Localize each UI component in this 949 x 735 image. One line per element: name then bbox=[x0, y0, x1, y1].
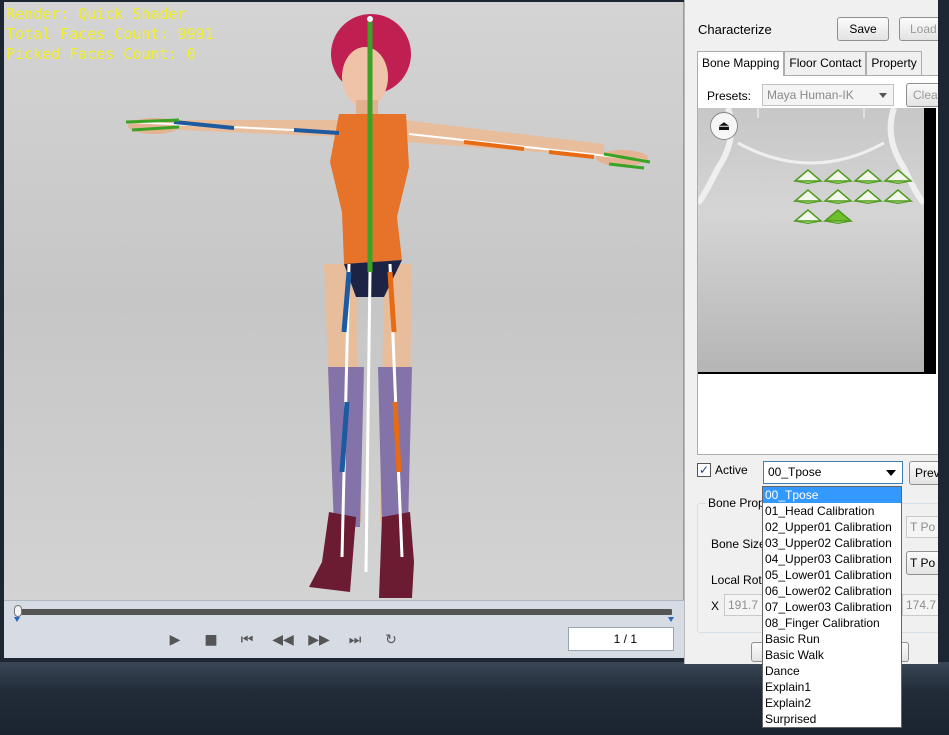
bone-marker-icon[interactable] bbox=[882, 188, 914, 205]
presets-value: Maya Human-IK bbox=[767, 88, 854, 102]
clear-button[interactable]: Clear bbox=[906, 83, 938, 107]
frame-counter[interactable]: 1 / 1 bbox=[568, 627, 674, 651]
bone-marker-icon[interactable] bbox=[792, 188, 824, 205]
chevron-down-icon bbox=[886, 470, 896, 476]
end-marker-icon bbox=[668, 617, 674, 622]
pose-option[interactable]: 01_Head Calibration bbox=[763, 503, 901, 519]
pose-option[interactable]: 05_Lower01 Calibration bbox=[763, 567, 901, 583]
neck-silhouette: ⏏ bbox=[698, 108, 924, 372]
fast-forward-icon[interactable]: ▶▶ bbox=[308, 629, 330, 651]
t-pose-field-a[interactable]: T Po bbox=[906, 516, 938, 538]
3d-viewport[interactable]: Render: Quick Shader Total Faces Count: 9… bbox=[4, 2, 684, 600]
bone-marker-icon[interactable] bbox=[882, 168, 914, 185]
start-marker-icon bbox=[14, 617, 20, 622]
preview-button[interactable]: Preview bbox=[909, 461, 938, 485]
stop-icon[interactable]: ■ bbox=[200, 629, 222, 651]
bone-marker-icon[interactable] bbox=[822, 208, 854, 225]
bone-marker-icon[interactable] bbox=[852, 188, 884, 205]
bone-marker-icon[interactable] bbox=[852, 168, 884, 185]
neck-outline bbox=[698, 108, 924, 206]
pose-option[interactable]: Dance bbox=[763, 663, 901, 679]
tab-bone-mapping[interactable]: Bone Mapping bbox=[697, 51, 785, 76]
presets-select[interactable]: Maya Human-IK bbox=[762, 84, 894, 106]
presets-label: Presets: bbox=[707, 89, 752, 103]
bone-marker-icon[interactable] bbox=[792, 168, 824, 185]
rotation-x-field[interactable]: 191.7 bbox=[724, 594, 764, 616]
x-axis-label: X bbox=[711, 599, 720, 613]
bone-mapping-content: Presets: Maya Human-IK Clear ⏏ bbox=[697, 75, 938, 455]
save-button[interactable]: Save bbox=[837, 17, 889, 41]
timeline-track[interactable] bbox=[16, 609, 672, 615]
bone-marker-icon[interactable] bbox=[822, 168, 854, 185]
pose-option[interactable]: Basic Walk bbox=[763, 647, 901, 663]
rotation-z-field[interactable]: 174.7 bbox=[902, 594, 938, 616]
pose-select[interactable]: 00_Tpose bbox=[763, 461, 903, 484]
pose-option[interactable]: Basic Run bbox=[763, 631, 901, 647]
active-checkbox[interactable]: ✓ bbox=[697, 463, 711, 477]
spine-bone-markers bbox=[792, 168, 924, 228]
go-start-icon[interactable]: ⏮ bbox=[236, 629, 258, 651]
bone-size-label: Bone Size bbox=[711, 537, 766, 551]
loop-icon[interactable]: ↻ bbox=[380, 629, 402, 651]
timeline-thumb[interactable] bbox=[14, 605, 22, 617]
panel-tabs: Bone Mapping Floor Contact Property bbox=[697, 51, 922, 76]
bone-property-label: Bone Prop bbox=[706, 496, 767, 510]
pose-select-value: 00_Tpose bbox=[768, 465, 822, 479]
active-row: ✓ Active bbox=[697, 463, 748, 477]
pose-option[interactable]: 06_Lower02 Calibration bbox=[763, 583, 901, 599]
bone-marker-icon[interactable] bbox=[822, 188, 854, 205]
bone-marker-icon[interactable] bbox=[792, 208, 824, 225]
go-end-icon[interactable]: ⏭ bbox=[344, 629, 366, 651]
pose-option[interactable]: Explain2 bbox=[763, 695, 901, 711]
bone-map-view: ⏏ bbox=[698, 108, 936, 374]
pose-option[interactable]: 08_Finger Calibration bbox=[763, 615, 901, 631]
tab-property[interactable]: Property bbox=[866, 51, 922, 75]
eject-icon[interactable]: ⏏ bbox=[710, 112, 738, 140]
render-stats: Render: Quick Shader Total Faces Count: 9… bbox=[6, 4, 214, 64]
character-model[interactable] bbox=[4, 2, 684, 600]
chevron-down-icon bbox=[879, 93, 887, 98]
pose-option[interactable]: 03_Upper02 Calibration bbox=[763, 535, 901, 551]
active-label: Active bbox=[715, 463, 748, 477]
picked-faces-text: Picked Faces Count: 0 bbox=[6, 45, 196, 63]
pose-option[interactable]: Surprised bbox=[763, 711, 901, 727]
t-pose-button[interactable]: T Po bbox=[906, 551, 938, 575]
render-mode-text: Render: Quick Shader bbox=[6, 5, 187, 23]
panel-title: Characterize bbox=[698, 22, 772, 37]
playback-controls: ▶ ■ ⏮ ◀◀ ▶▶ ⏭ ↻ bbox=[164, 629, 402, 651]
pose-option[interactable]: 02_Upper01 Calibration bbox=[763, 519, 901, 535]
tab-floor-contact[interactable]: Floor Contact bbox=[784, 51, 867, 75]
pose-option[interactable]: 07_Lower03 Calibration bbox=[763, 599, 901, 615]
play-icon[interactable]: ▶ bbox=[164, 629, 186, 651]
load-button[interactable]: Load bbox=[899, 17, 938, 41]
pose-option[interactable]: Explain1 bbox=[763, 679, 901, 695]
total-faces-text: Total Faces Count: 9991 bbox=[6, 25, 214, 43]
pose-dropdown-list: 00_Tpose 01_Head Calibration 02_Upper01 Ca… bbox=[762, 486, 902, 728]
local-rotation-label: Local Rot bbox=[711, 573, 762, 587]
rewind-icon[interactable]: ◀◀ bbox=[272, 629, 294, 651]
pose-option[interactable]: 00_Tpose bbox=[763, 487, 901, 503]
pose-option[interactable]: 04_Upper03 Calibration bbox=[763, 551, 901, 567]
timeline-bar: ▶ ■ ⏮ ◀◀ ▶▶ ⏭ ↻ 1 / 1 bbox=[4, 600, 684, 658]
